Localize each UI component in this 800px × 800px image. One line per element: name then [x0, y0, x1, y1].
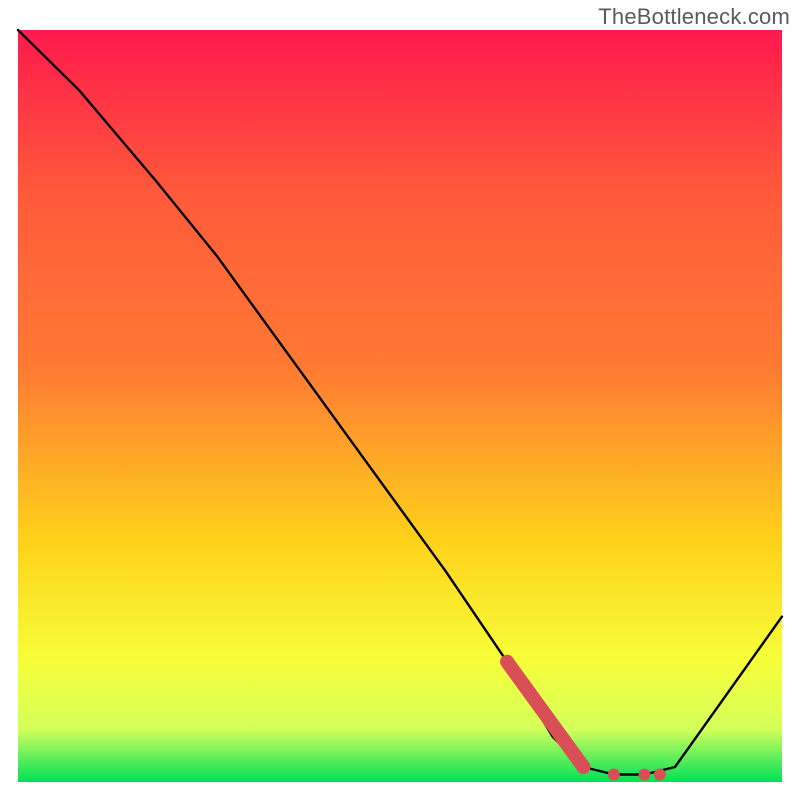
highlight-dot [608, 769, 620, 781]
chart-stage: TheBottleneck.com [0, 0, 800, 800]
highlight-dot [639, 769, 651, 781]
chart-svg [0, 0, 800, 800]
gradient-background [18, 30, 782, 782]
highlight-dot [576, 760, 590, 774]
watermark-text: TheBottleneck.com [598, 4, 790, 30]
highlight-dot [654, 769, 666, 781]
plot-area [18, 30, 782, 782]
